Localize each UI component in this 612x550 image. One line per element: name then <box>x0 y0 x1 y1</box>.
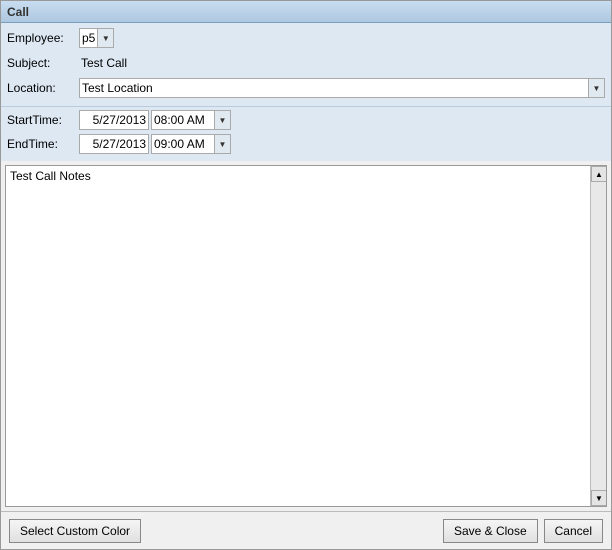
call-window: Call Employee: p5 ▼ Subject: Location: <box>0 0 612 550</box>
subject-label: Subject: <box>7 56 79 70</box>
start-time-input[interactable] <box>152 113 214 127</box>
employee-select-wrap: p5 ▼ <box>79 28 114 48</box>
location-dropdown-btn[interactable]: ▼ <box>588 79 604 97</box>
start-time-label: StartTime: <box>7 113 79 127</box>
employee-value: p5 <box>80 31 97 45</box>
employee-row: Employee: p5 ▼ <box>7 27 605 49</box>
cancel-button[interactable]: Cancel <box>544 519 603 543</box>
start-time-wrap: ▼ <box>151 110 231 130</box>
end-time-label: EndTime: <box>7 137 79 151</box>
form-area: Employee: p5 ▼ Subject: Location: ▼ <box>1 23 611 106</box>
employee-dropdown-arrow: ▼ <box>102 34 110 43</box>
notes-scrollbar: ▲ ▼ <box>590 166 606 506</box>
employee-dropdown-btn[interactable]: ▼ <box>97 29 113 47</box>
subject-row: Subject: <box>7 52 605 74</box>
scroll-down-icon: ▼ <box>595 494 603 503</box>
notes-inner: ▲ ▼ <box>5 165 607 507</box>
time-section: StartTime: ▼ EndTime: ▼ <box>1 106 611 161</box>
start-time-dropdown-arrow: ▼ <box>219 116 227 125</box>
location-label: Location: <box>7 81 79 95</box>
start-time-row: StartTime: ▼ <box>7 109 605 131</box>
window-title: Call <box>7 5 29 19</box>
custom-color-button[interactable]: Select Custom Color <box>9 519 141 543</box>
save-close-button[interactable]: Save & Close <box>443 519 538 543</box>
scroll-down-btn[interactable]: ▼ <box>591 490 607 506</box>
scroll-up-icon: ▲ <box>595 170 603 179</box>
location-row: Location: ▼ <box>7 77 605 99</box>
end-time-dropdown-arrow: ▼ <box>219 140 227 149</box>
end-date-input[interactable] <box>79 134 149 154</box>
location-dropdown-arrow: ▼ <box>593 84 601 93</box>
scroll-up-btn[interactable]: ▲ <box>591 166 607 182</box>
subject-input[interactable] <box>79 53 379 73</box>
notes-textarea[interactable] <box>6 166 590 506</box>
end-time-dropdown-btn[interactable]: ▼ <box>214 135 230 153</box>
location-input[interactable] <box>80 81 588 95</box>
start-time-dropdown-btn[interactable]: ▼ <box>214 111 230 129</box>
scroll-track <box>591 182 606 490</box>
title-bar: Call <box>1 1 611 23</box>
end-time-row: EndTime: ▼ <box>7 133 605 155</box>
end-time-wrap: ▼ <box>151 134 231 154</box>
bottom-bar: Select Custom Color Save & Close Cancel <box>1 511 611 549</box>
notes-section: ▲ ▼ <box>1 161 611 511</box>
location-input-wrap: ▼ <box>79 78 605 98</box>
end-time-input[interactable] <box>152 137 214 151</box>
start-date-input[interactable] <box>79 110 149 130</box>
employee-label: Employee: <box>7 31 79 45</box>
